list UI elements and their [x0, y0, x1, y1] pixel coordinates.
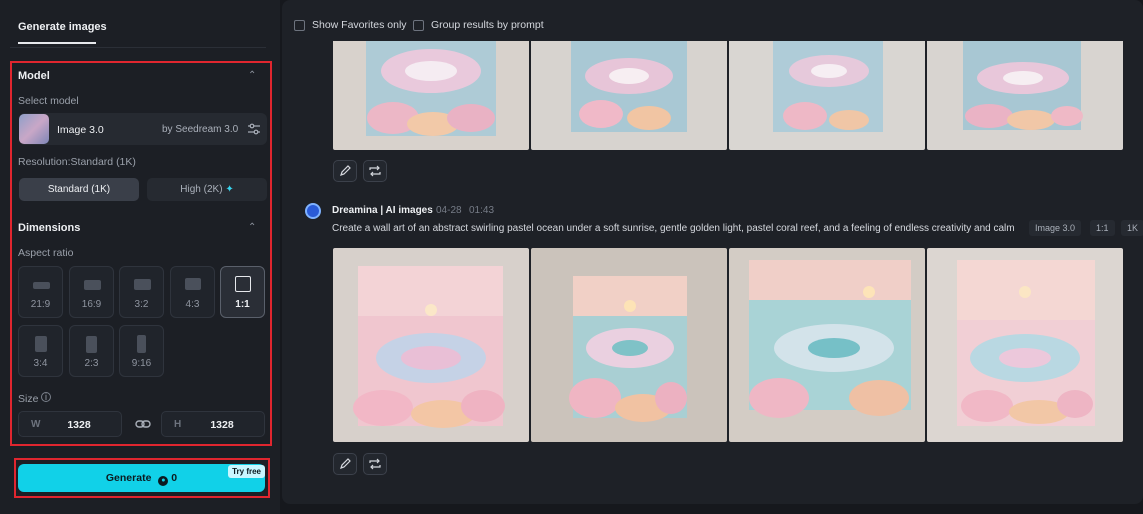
regenerate-button[interactable] — [363, 160, 387, 182]
result-image[interactable] — [729, 248, 925, 442]
info-icon[interactable]: i — [41, 392, 51, 402]
width-prefix: W — [31, 419, 41, 430]
filter-bar: Show Favorites only Group results by pro… — [282, 11, 1143, 41]
dimensions-section-title[interactable]: Dimensions — [18, 222, 80, 234]
aspect-1-1-label: 1:1 — [235, 299, 250, 310]
width-value[interactable]: 1328 — [59, 419, 99, 431]
result-image[interactable] — [333, 248, 529, 442]
model-section-title[interactable]: Model — [18, 70, 50, 82]
link-icon[interactable] — [135, 417, 151, 431]
resolution-standard-label: Standard (1K) — [47, 184, 111, 195]
model-thumbnail — [19, 114, 49, 144]
aspect-4-3-label: 4:3 — [185, 299, 200, 310]
favorites-label[interactable]: Show Favorites only — [312, 19, 407, 31]
result-image[interactable] — [531, 36, 727, 150]
aspect-4-3-button[interactable]: 4:3 — [170, 266, 215, 318]
size-label: Size — [18, 393, 39, 405]
dreamina-avatar — [305, 203, 321, 219]
result-image[interactable] — [531, 248, 727, 442]
results-panel: Show Favorites only Group results by pro… — [282, 0, 1143, 504]
sidebar-tabbar: Generate images — [0, 10, 277, 48]
author-name: Dreamina | AI images — [332, 205, 433, 216]
width-field[interactable]: W 1328 — [18, 411, 122, 437]
model-name: Image 3.0 — [57, 124, 104, 136]
aspect-3-2-label: 3:2 — [134, 299, 149, 310]
aspect-21-9-icon — [33, 282, 50, 289]
group-checkbox[interactable] — [413, 20, 424, 31]
aspect-9-16-button[interactable]: 9:16 — [119, 325, 164, 377]
resolution-standard-button[interactable]: Standard (1K) — [19, 178, 139, 201]
aspect-21-9-button[interactable]: 21:9 — [18, 266, 63, 318]
height-field[interactable]: H 1328 — [161, 411, 265, 437]
result-image[interactable] — [333, 36, 529, 150]
tag-model: Image 3.0 — [1029, 220, 1082, 236]
result-image[interactable] — [729, 36, 925, 150]
aspect-3-2-button[interactable]: 3:2 — [119, 266, 164, 318]
chevron-up-icon[interactable]: ⌃ — [248, 70, 256, 81]
aspect-16-9-button[interactable]: 16:9 — [69, 266, 114, 318]
aspect-21-9-label: 21:9 — [30, 299, 51, 310]
aspect-2-3-icon — [86, 336, 97, 353]
aspect-16-9-icon — [84, 280, 101, 290]
aspect-ratio-label: Aspect ratio — [18, 247, 74, 259]
model-selector[interactable]: Image 3.0 by Seedream 3.0 — [19, 113, 267, 145]
generate-label: Generate — [105, 472, 152, 484]
tab-generate-images[interactable]: Generate images — [18, 21, 107, 33]
generate-button[interactable]: Generate ● 0 Try free — [18, 464, 265, 492]
height-value[interactable]: 1328 — [202, 419, 242, 431]
sliders-icon[interactable] — [247, 122, 261, 136]
tab-divider — [10, 47, 266, 48]
resolution-high-label: High (2K) — [180, 184, 223, 195]
result-image[interactable] — [927, 248, 1123, 442]
pencil-icon — [340, 458, 351, 469]
generate-highlight: Generate ● 0 Try free — [14, 458, 270, 498]
aspect-16-9-label: 16:9 — [81, 299, 102, 310]
edit-button[interactable] — [333, 160, 357, 182]
tag-resolution: 1K — [1121, 220, 1143, 236]
prompt-text[interactable]: Create a wall art of an abstract swirlin… — [332, 223, 1015, 234]
group-label[interactable]: Group results by prompt — [431, 19, 544, 31]
entry-time: 01:43 — [469, 205, 495, 216]
aspect-9-16-icon — [137, 335, 146, 353]
aspect-4-3-icon — [185, 278, 201, 290]
model-provider: by Seedream 3.0 — [162, 124, 239, 135]
aspect-1-1-button[interactable]: 1:1 — [220, 266, 265, 318]
sidebar: Generate images Model ⌃ Select model Ima… — [0, 0, 280, 514]
aspect-2-3-button[interactable]: 2:3 — [69, 325, 114, 377]
generate-credits: 0 — [171, 472, 178, 484]
credit-icon: ● — [158, 476, 169, 486]
aspect-3-4-label: 3:4 — [33, 358, 48, 369]
tag-aspect: 1:1 — [1090, 220, 1115, 236]
aspect-1-1-icon — [235, 276, 251, 292]
select-model-label: Select model — [18, 95, 79, 107]
tab-active-underline — [18, 42, 96, 44]
pencil-icon — [340, 165, 351, 176]
chevron-up-icon[interactable]: ⌃ — [248, 222, 256, 233]
try-free-badge: Try free — [228, 465, 265, 478]
repeat-icon — [369, 165, 381, 177]
height-prefix: H — [174, 419, 182, 430]
edit-button[interactable] — [333, 453, 357, 475]
repeat-icon — [369, 458, 381, 470]
aspect-3-2-icon — [134, 279, 151, 290]
aspect-3-4-button[interactable]: 3:4 — [18, 325, 63, 377]
regenerate-button[interactable] — [363, 453, 387, 475]
settings-panel: Model ⌃ Select model Image 3.0 by Seedre… — [10, 61, 272, 446]
entry-date: 04-28 — [436, 205, 462, 216]
resolution-label: Resolution:Standard (1K) — [18, 156, 136, 168]
aspect-2-3-label: 2:3 — [84, 358, 99, 369]
favorites-checkbox[interactable] — [294, 20, 305, 31]
resolution-high-button[interactable]: High (2K) ✦ — [147, 178, 267, 201]
result-image[interactable] — [927, 36, 1123, 150]
aspect-9-16-label: 9:16 — [131, 358, 152, 369]
sparkle-icon: ✦ — [225, 184, 234, 195]
aspect-3-4-icon — [35, 336, 47, 352]
